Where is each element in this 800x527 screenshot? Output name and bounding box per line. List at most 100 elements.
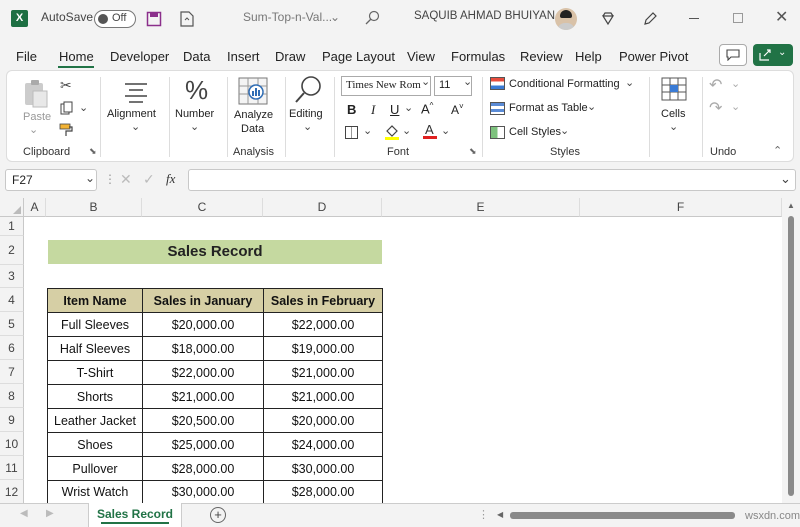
format-painter-icon[interactable] <box>59 123 75 142</box>
column-header-f[interactable]: F <box>580 198 782 217</box>
borders-chevron-icon[interactable]: ⌄ <box>363 124 372 137</box>
maximize-icon[interactable] <box>733 13 743 23</box>
font-name-chevron-icon[interactable]: ⌄ <box>421 75 430 88</box>
close-icon[interactable]: ✕ <box>775 7 788 27</box>
tab-page-layout[interactable]: Page Layout <box>322 49 395 64</box>
next-sheet-icon[interactable]: ▶ <box>46 508 54 519</box>
scroll-up-icon[interactable]: ▲ <box>787 201 795 210</box>
sheet-tab-sales-record[interactable]: Sales Record <box>88 503 182 527</box>
tab-data[interactable]: Data <box>183 49 210 64</box>
clipboard-launcher-icon[interactable]: ⬊ <box>89 146 97 157</box>
column-header-b[interactable]: B <box>46 198 142 217</box>
tab-home[interactable]: Home <box>59 49 94 64</box>
copy-icon[interactable] <box>60 101 74 120</box>
cell-styles-chevron-icon[interactable]: ⌄ <box>560 124 569 137</box>
table-cell[interactable]: $21,000.00 <box>263 384 383 409</box>
spreadsheet-grid[interactable]: A B C D E F 1 2 3 4 5 6 7 8 9 10 11 12 S… <box>0 198 800 503</box>
tab-insert[interactable]: Insert <box>227 49 260 64</box>
percent-icon[interactable]: % <box>185 75 208 106</box>
scroll-left-icon[interactable]: ◀ <box>497 510 503 519</box>
pen-icon[interactable] <box>642 11 658 32</box>
paste-icon[interactable] <box>23 79 49 109</box>
row-header[interactable]: 9 <box>0 408 24 432</box>
table-header-cell[interactable]: Sales in January <box>142 288 264 313</box>
font-color-chevron-icon[interactable]: ⌄ <box>441 124 450 137</box>
conditional-formatting-button[interactable]: Conditional Formatting <box>509 78 620 90</box>
tab-draw[interactable]: Draw <box>275 49 305 64</box>
table-cell[interactable]: Shoes <box>47 432 143 457</box>
minimize-icon[interactable] <box>689 18 699 19</box>
table-cell[interactable]: $21,000.00 <box>142 384 264 409</box>
format-as-table-icon[interactable] <box>490 102 505 115</box>
tab-power-pivot[interactable]: Power Pivot <box>619 49 688 64</box>
font-name-select[interactable]: Times New Rom <box>341 76 431 96</box>
vertical-scroll-thumb[interactable] <box>788 216 794 496</box>
conditional-formatting-chevron-icon[interactable]: ⌄ <box>625 76 634 89</box>
column-header-d[interactable]: D <box>263 198 382 217</box>
underline-button[interactable]: U <box>390 102 399 117</box>
name-box-chevron-icon[interactable]: ⌄ <box>85 171 95 185</box>
copy-chevron-icon[interactable]: ⌄ <box>79 101 88 114</box>
search-icon[interactable] <box>364 10 380 31</box>
sheetbar-handle-icon[interactable]: ⋮ <box>478 508 489 521</box>
filename-chevron-icon[interactable]: ⌄ <box>330 10 340 24</box>
row-header[interactable]: 1 <box>0 217 24 236</box>
expand-formula-chevron-icon[interactable]: ⌄ <box>780 171 791 187</box>
table-cell[interactable]: $30,000.00 <box>142 480 264 503</box>
table-cell[interactable]: $28,000.00 <box>142 456 264 481</box>
redo-icon[interactable]: ↷ <box>709 98 722 118</box>
row-header[interactable]: 2 <box>0 236 24 265</box>
row-header[interactable]: 4 <box>0 288 24 312</box>
tab-formulas[interactable]: Formulas <box>451 49 505 64</box>
table-cell[interactable]: T-Shirt <box>47 360 143 385</box>
table-cell[interactable]: $21,000.00 <box>263 360 383 385</box>
share-button[interactable]: ⌄ <box>753 44 793 66</box>
avatar[interactable] <box>555 8 577 30</box>
table-cell[interactable]: $22,000.00 <box>142 360 264 385</box>
row-header[interactable]: 7 <box>0 360 24 384</box>
cells-chevron-icon[interactable]: ⌄ <box>669 120 678 133</box>
table-cell[interactable]: $24,000.00 <box>263 432 383 457</box>
horizontal-scroll-thumb[interactable] <box>510 512 735 519</box>
table-cell[interactable]: $20,500.00 <box>142 408 264 433</box>
insert-function-icon[interactable]: fx <box>166 171 175 187</box>
increase-font-icon[interactable]: A^ <box>421 101 433 116</box>
analyze-data-icon[interactable] <box>238 77 268 110</box>
table-cell[interactable]: $25,000.00 <box>142 432 264 457</box>
sheet-title-cell[interactable]: Sales Record <box>48 240 382 264</box>
alignment-chevron-icon[interactable]: ⌄ <box>131 120 140 133</box>
tab-review[interactable]: Review <box>520 49 563 64</box>
fill-color-chevron-icon[interactable]: ⌄ <box>402 124 411 137</box>
new-file-icon[interactable] <box>180 11 194 32</box>
row-header[interactable]: 8 <box>0 384 24 408</box>
autosave-toggle[interactable]: Off <box>94 10 136 28</box>
add-sheet-button[interactable]: + <box>210 507 226 523</box>
decrease-font-icon[interactable]: A˅ <box>451 102 464 117</box>
conditional-formatting-icon[interactable] <box>490 77 505 90</box>
number-chevron-icon[interactable]: ⌄ <box>190 120 199 133</box>
prev-sheet-icon[interactable]: ◀ <box>20 508 28 519</box>
table-cell[interactable]: $22,000.00 <box>263 312 383 337</box>
undo-icon[interactable]: ↶ <box>709 75 722 95</box>
paste-button[interactable]: Paste <box>23 111 51 123</box>
table-cell[interactable]: Shorts <box>47 384 143 409</box>
cell-styles-icon[interactable] <box>490 126 505 139</box>
table-cell[interactable]: Full Sleeves <box>47 312 143 337</box>
diamond-icon[interactable] <box>600 11 616 32</box>
alignment-button[interactable]: Alignment <box>107 108 156 120</box>
row-header[interactable]: 6 <box>0 336 24 360</box>
underline-chevron-icon[interactable]: ⌄ <box>404 101 413 114</box>
file-name[interactable]: Sum-Top-n-Val... <box>243 10 332 24</box>
column-header-a[interactable]: A <box>24 198 46 217</box>
tab-help[interactable]: Help <box>575 49 602 64</box>
alignment-icon[interactable] <box>123 81 149 108</box>
number-button[interactable]: Number <box>175 108 214 120</box>
comments-button[interactable] <box>719 44 747 66</box>
italic-button[interactable]: I <box>371 102 375 118</box>
enter-icon[interactable]: ✓ <box>143 171 155 188</box>
analyze-data-button-line1[interactable]: Analyze <box>234 109 273 121</box>
column-header-c[interactable]: C <box>142 198 263 217</box>
format-as-table-button[interactable]: Format as Table <box>509 102 588 114</box>
tab-developer[interactable]: Developer <box>110 49 169 64</box>
collapse-ribbon-icon[interactable]: ⌃ <box>773 144 782 157</box>
